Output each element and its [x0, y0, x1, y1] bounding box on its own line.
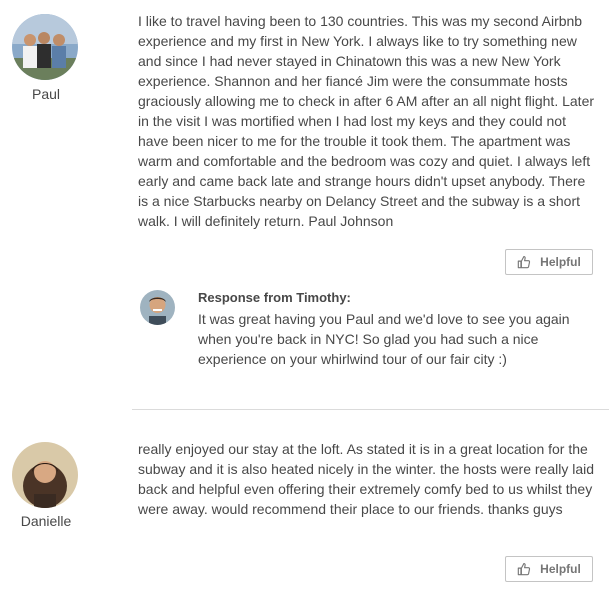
response-text: It was great having you Paul and we'd lo…	[198, 311, 570, 367]
review-text: I like to travel having been to 130 coun…	[138, 13, 595, 229]
review-divider	[132, 409, 609, 410]
thumbs-up-icon	[517, 256, 531, 269]
response-title: Response from Timothy:	[198, 290, 351, 305]
helpful-button[interactable]: Helpful	[505, 249, 593, 275]
review-text: really enjoyed our stay at the loft. As …	[138, 441, 595, 517]
reviewer-name[interactable]: Paul	[0, 86, 92, 102]
helpful-button[interactable]: Helpful	[505, 556, 593, 582]
thumbs-up-icon	[517, 563, 531, 576]
reviewer-photo-icon	[12, 442, 78, 508]
host-photo-icon	[140, 290, 175, 325]
host-avatar[interactable]	[140, 290, 175, 325]
helpful-label: Helpful	[540, 562, 581, 576]
helpful-label: Helpful	[540, 255, 581, 269]
reviewer-avatar[interactable]	[12, 14, 78, 80]
reviewer-name[interactable]: Danielle	[0, 513, 92, 529]
reviewer-photo-icon	[12, 14, 78, 80]
reviewer-avatar[interactable]	[12, 442, 78, 508]
